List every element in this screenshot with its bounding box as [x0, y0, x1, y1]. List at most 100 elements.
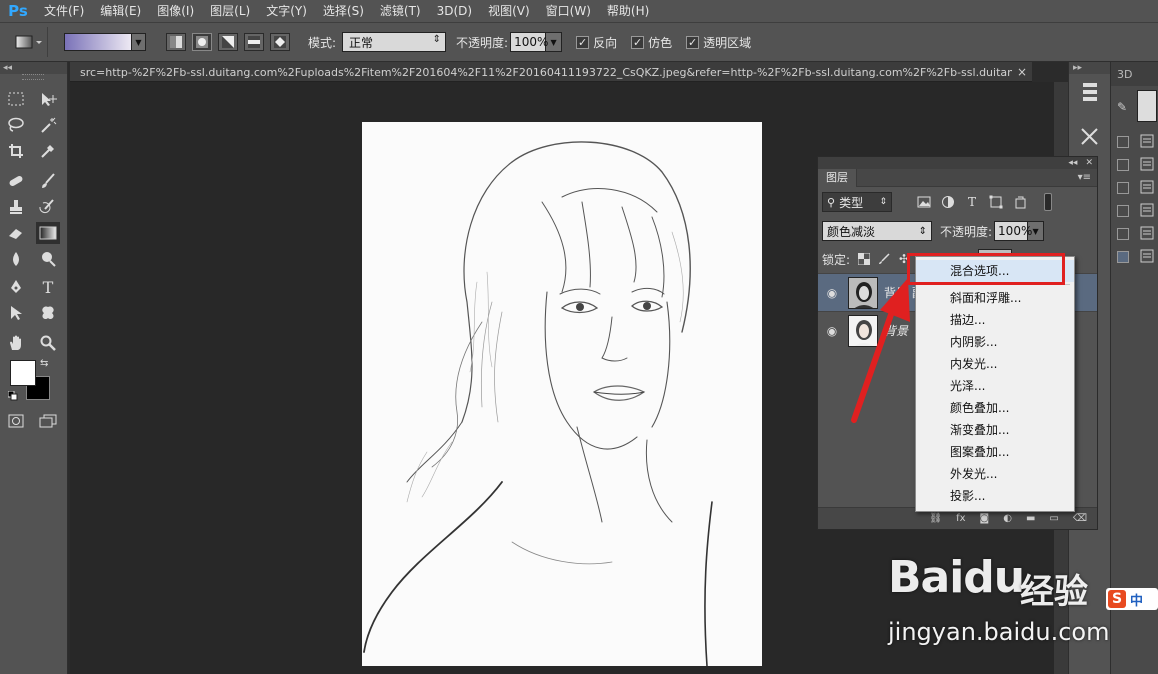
tab-3d[interactable]: 3D — [1111, 62, 1158, 86]
pixel-filter-icon[interactable] — [916, 194, 932, 210]
diamond-gradient-button[interactable] — [270, 33, 290, 51]
opacity-dropdown[interactable]: ▼ — [546, 32, 563, 52]
document-tab[interactable]: src=http-%2F%2Fb-ssl.duitang.com%2Fuploa… — [70, 62, 1032, 82]
tab-layers[interactable]: 图层 — [818, 168, 857, 187]
lock-pixels-icon[interactable] — [876, 251, 892, 267]
tool-preset-picker[interactable] — [10, 27, 48, 57]
menu-help[interactable]: 帮助(H) — [599, 0, 657, 22]
panel-grip[interactable] — [22, 74, 44, 80]
checkbox[interactable] — [1117, 182, 1129, 194]
lock-transparent-icon[interactable] — [856, 251, 872, 267]
menu-item-outer-glow[interactable]: 外发光... — [916, 463, 1074, 485]
eyedropper-tool-icon[interactable] — [36, 140, 60, 162]
pen-tool-icon[interactable] — [4, 276, 28, 298]
menu-view[interactable]: 视图(V) — [480, 0, 538, 22]
checkbox[interactable] — [1117, 228, 1129, 240]
checkbox[interactable] — [1117, 159, 1129, 171]
filter-kind-select[interactable]: ⚲ 类型 ⇕ — [822, 192, 892, 212]
blend-mode-select[interactable]: 颜色减淡 ⇕ — [822, 221, 932, 241]
transparency-checkbox[interactable]: ✓ 透明区域 — [686, 34, 751, 51]
default-colors-icon[interactable] — [7, 390, 18, 401]
mode-select[interactable]: 正常 ⇕ — [342, 32, 447, 52]
collapse-icon[interactable]: ◂◂ — [0, 62, 67, 74]
checkbox[interactable] — [1117, 205, 1129, 217]
opacity-input[interactable]: 100% — [510, 32, 548, 52]
menu-item-pattern-overlay[interactable]: 图案叠加... — [916, 441, 1074, 463]
menu-type[interactable]: 文字(Y) — [258, 0, 315, 22]
link-layers-icon[interactable]: ⛓ — [929, 513, 942, 524]
clone-stamp-tool-icon[interactable] — [4, 196, 28, 218]
tools-preset-icon[interactable] — [1079, 124, 1101, 148]
custom-shape-tool-icon[interactable] — [36, 302, 60, 324]
gradient-dropdown[interactable]: ▼ — [132, 33, 146, 51]
shape-filter-icon[interactable] — [988, 194, 1004, 210]
close-icon[interactable]: ✕ — [1085, 158, 1093, 168]
move-tool-icon[interactable] — [36, 88, 60, 110]
history-icon[interactable] — [1079, 80, 1101, 104]
collapse-icon[interactable]: ◂◂ — [1068, 158, 1077, 168]
menu-item-inner-shadow[interactable]: 内阴影... — [916, 331, 1074, 353]
filter-toggle[interactable] — [1044, 193, 1052, 211]
menu-file[interactable]: 文件(F) — [36, 0, 92, 22]
hand-tool-icon[interactable] — [4, 332, 28, 354]
menu-3d[interactable]: 3D(D) — [429, 0, 480, 22]
mode-label: 模式: — [308, 35, 337, 50]
add-mask-icon[interactable]: ◙ — [980, 513, 990, 524]
new-layer-icon[interactable]: ▭ — [1049, 513, 1058, 524]
checkbox[interactable] — [1117, 251, 1129, 263]
brush-tool-icon[interactable] — [36, 170, 60, 192]
checkbox[interactable] — [1117, 136, 1129, 148]
screen-mode-icon[interactable] — [36, 410, 60, 432]
menu-edit[interactable]: 编辑(E) — [92, 0, 149, 22]
group-icon[interactable]: ▬ — [1026, 513, 1035, 524]
menu-item-satin[interactable]: 光泽... — [916, 375, 1074, 397]
menu-item-bevel-emboss[interactable]: 斜面和浮雕... — [916, 287, 1074, 309]
layer-opacity-input[interactable]: 100% — [994, 221, 1032, 241]
type-filter-icon[interactable]: T — [964, 194, 980, 210]
history-brush-tool-icon[interactable] — [36, 196, 60, 218]
eraser-tool-icon[interactable] — [4, 222, 28, 244]
swap-colors-icon[interactable]: ⇆ — [40, 358, 48, 369]
collapse-icon[interactable]: ▸▸ — [1069, 62, 1110, 74]
panel-menu-icon[interactable]: ▾≡ — [1078, 172, 1091, 183]
menu-item-inner-glow[interactable]: 内发光... — [916, 353, 1074, 375]
gradient-preview[interactable] — [64, 33, 132, 51]
sketch-image[interactable] — [362, 122, 762, 666]
menu-item-stroke[interactable]: 描边... — [916, 309, 1074, 331]
healing-brush-tool-icon[interactable] — [4, 170, 28, 192]
panel-titlebar[interactable]: ◂◂ ✕ — [818, 157, 1097, 169]
menu-filter[interactable]: 滤镜(T) — [372, 0, 429, 22]
menu-window[interactable]: 窗口(W) — [538, 0, 599, 22]
menu-item-color-overlay[interactable]: 颜色叠加... — [916, 397, 1074, 419]
ime-indicator[interactable]: S 中 — [1106, 588, 1158, 610]
magic-wand-tool-icon[interactable] — [36, 114, 60, 136]
adjustment-filter-icon[interactable] — [940, 194, 956, 210]
adjustment-layer-icon[interactable]: ◐ — [1003, 513, 1012, 524]
menu-layer[interactable]: 图层(L) — [202, 0, 258, 22]
gradient-tool-icon[interactable] — [36, 222, 60, 244]
fx-icon[interactable]: fx — [956, 513, 965, 524]
lasso-tool-icon[interactable] — [4, 114, 28, 136]
reverse-checkbox[interactable]: ✓ 反向 — [576, 34, 617, 51]
blur-tool-icon[interactable] — [4, 248, 28, 270]
foreground-color-swatch-top[interactable] — [10, 360, 36, 386]
menu-image[interactable]: 图像(I) — [149, 0, 202, 22]
radial-gradient-button[interactable] — [192, 33, 212, 51]
smart-object-filter-icon[interactable] — [1012, 194, 1028, 210]
menu-select[interactable]: 选择(S) — [315, 0, 372, 22]
menu-item-gradient-overlay[interactable]: 渐变叠加... — [916, 419, 1074, 441]
menu-item-drop-shadow[interactable]: 投影... — [916, 485, 1074, 507]
close-icon[interactable]: × — [1012, 65, 1032, 79]
zoom-tool-icon[interactable] — [36, 332, 60, 354]
quick-mask-icon[interactable] — [4, 410, 28, 432]
crop-tool-icon[interactable] — [4, 140, 28, 162]
type-tool-icon[interactable]: T — [36, 276, 60, 298]
reflected-gradient-button[interactable] — [244, 33, 264, 51]
linear-gradient-button[interactable] — [166, 33, 186, 51]
dodge-tool-icon[interactable] — [36, 248, 60, 270]
trash-icon[interactable]: ⌫ — [1073, 513, 1087, 524]
path-selection-tool-icon[interactable] — [4, 302, 28, 324]
dither-checkbox[interactable]: ✓ 仿色 — [631, 34, 672, 51]
marquee-tool-icon[interactable] — [4, 88, 28, 110]
angle-gradient-button[interactable] — [218, 33, 238, 51]
